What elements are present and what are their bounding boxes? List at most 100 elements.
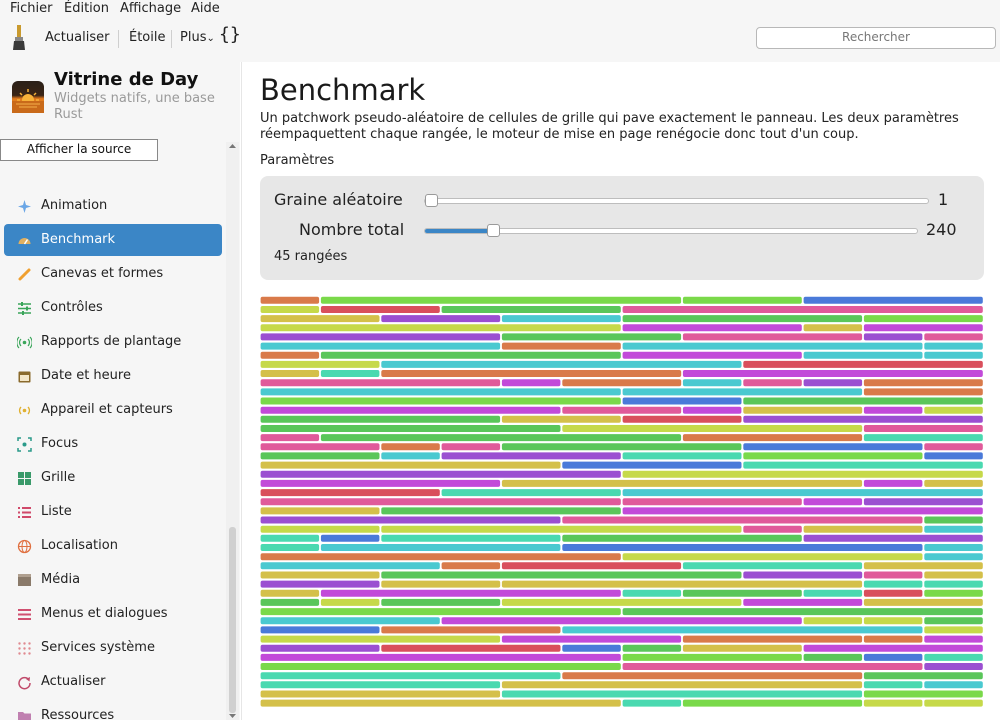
- patch-cell: [863, 406, 923, 414]
- star-button[interactable]: Étoile: [129, 29, 166, 47]
- patch-cell: [441, 562, 501, 570]
- braces-icon[interactable]: {}: [219, 26, 241, 44]
- sidebar-item-appareil-et-capteurs[interactable]: Appareil et capteurs: [4, 394, 222, 426]
- patch-cell: [682, 406, 742, 414]
- patch-cell: [260, 653, 621, 661]
- scroll-up-icon[interactable]: [226, 142, 239, 150]
- patch-cell: [501, 562, 682, 570]
- patch-cell: [622, 342, 923, 350]
- patch-cell: [622, 653, 802, 661]
- scroll-thumb[interactable]: [229, 527, 236, 713]
- patch-cell: [501, 415, 621, 423]
- patch-cell: [622, 489, 983, 497]
- refresh-button[interactable]: Actualiser: [45, 29, 109, 47]
- sidebar-item-canevas-et-formes[interactable]: Canevas et formes: [4, 258, 222, 290]
- main-panel: Benchmark Un patchwork pseudo-aléatoire …: [242, 62, 1000, 720]
- patch-cell: [622, 470, 983, 478]
- sidebar-scrollbar[interactable]: [226, 142, 239, 720]
- patch-cell: [682, 370, 983, 377]
- patch-cell: [562, 672, 863, 680]
- patch-cell: [924, 663, 983, 670]
- patch-cell: [260, 406, 561, 414]
- patch-cell: [622, 644, 682, 652]
- patch-cell: [381, 644, 561, 652]
- patch-cell: [924, 479, 983, 487]
- sidebar-item-contrôles[interactable]: Contrôles: [4, 292, 222, 324]
- patch-cell: [260, 608, 621, 616]
- patch-cell: [682, 333, 863, 341]
- patch-cell: [260, 306, 320, 313]
- sidebar-item-liste[interactable]: Liste: [4, 496, 222, 528]
- sidebar-item-localisation[interactable]: Localisation: [4, 530, 222, 562]
- scroll-down-icon[interactable]: [226, 712, 239, 720]
- focus-icon: [17, 437, 32, 452]
- patch-cell: [260, 415, 501, 423]
- patch-cell: [260, 663, 621, 670]
- sidebar-item-menus-et-dialogues[interactable]: Menus et dialogues: [4, 598, 222, 630]
- sidebar-item-label: Appareil et capteurs: [41, 402, 173, 417]
- menu-edition[interactable]: Édition: [64, 0, 109, 17]
- patch-cell: [260, 672, 561, 680]
- tooltip-show-source: Afficher la source: [0, 139, 158, 161]
- sidebar-item-grille[interactable]: Grille: [4, 462, 222, 494]
- search-input[interactable]: Rechercher: [756, 27, 996, 49]
- search-placeholder: Rechercher: [842, 30, 910, 44]
- sidebar-item-services-système[interactable]: Services système: [4, 632, 222, 664]
- patch-cell: [803, 351, 923, 359]
- patch-cell: [501, 443, 742, 451]
- patch-cell: [622, 315, 863, 323]
- patch-cell: [381, 315, 501, 323]
- patch-cell: [260, 360, 380, 368]
- patch-cell: [381, 626, 561, 634]
- page-description: Un patchwork pseudo-aléatoire de cellule…: [260, 111, 959, 142]
- sidebar-item-média[interactable]: Média: [4, 564, 222, 596]
- patch-cell: [924, 516, 983, 524]
- sidebar-item-label: Rapports de plantage: [41, 334, 182, 349]
- patch-cell: [924, 626, 983, 634]
- patch-cell: [682, 644, 802, 652]
- patch-cell: [320, 598, 380, 606]
- patch-cell: [260, 635, 501, 643]
- patch-cell: [260, 507, 380, 515]
- patch-cell: [622, 507, 983, 515]
- sidebar-item-label: Localisation: [41, 538, 118, 553]
- sidebar-item-rapports-de-plantage[interactable]: Rapports de plantage: [4, 326, 222, 358]
- sidebar-item-animation[interactable]: Animation: [4, 190, 222, 222]
- sidebar-item-ressources[interactable]: Ressources: [4, 700, 222, 720]
- patch-cell: [924, 406, 983, 414]
- menu-fichier[interactable]: Fichier: [10, 0, 53, 17]
- sidebar-item-benchmark[interactable]: Benchmark: [4, 224, 222, 256]
- menu-aide[interactable]: Aide: [191, 0, 220, 17]
- patch-cell: [863, 571, 923, 579]
- more-button[interactable]: Plus⌄: [180, 29, 215, 48]
- patch-cell: [562, 626, 923, 634]
- patch-cell: [622, 324, 802, 332]
- grid-icon: [17, 471, 32, 486]
- patch-cell: [863, 562, 983, 570]
- menu-affichage[interactable]: Affichage: [120, 0, 181, 17]
- patch-cell: [381, 507, 621, 515]
- more-label: Plus: [180, 30, 207, 45]
- patch-cell: [501, 379, 561, 387]
- patch-cell: [320, 434, 682, 442]
- sidebar: Vitrine de Day Widgets natifs, une base …: [0, 62, 240, 720]
- sidebar-item-date-et-heure[interactable]: Date et heure: [4, 360, 222, 392]
- sidebar-item-label: Liste: [41, 504, 72, 519]
- sidebar-item-focus[interactable]: Focus: [4, 428, 222, 460]
- patch-cell: [320, 589, 621, 597]
- patch-cell: [743, 461, 983, 469]
- patch-cell: [562, 544, 923, 551]
- toolbar-separator: [118, 30, 119, 48]
- patch-cell: [682, 562, 863, 570]
- paintbrush-icon[interactable]: [12, 25, 26, 51]
- patch-cell: [924, 571, 983, 579]
- sidebar-item-actualiser[interactable]: Actualiser: [4, 666, 222, 698]
- count-slider-thumb[interactable]: [487, 224, 500, 237]
- patch-cell: [260, 525, 380, 533]
- seed-slider-thumb[interactable]: [425, 194, 438, 207]
- count-slider[interactable]: [424, 224, 918, 237]
- seed-slider[interactable]: [424, 194, 929, 207]
- count-label: Nombre total: [299, 220, 405, 239]
- patch-cell: [562, 644, 621, 652]
- patch-cell: [260, 571, 380, 579]
